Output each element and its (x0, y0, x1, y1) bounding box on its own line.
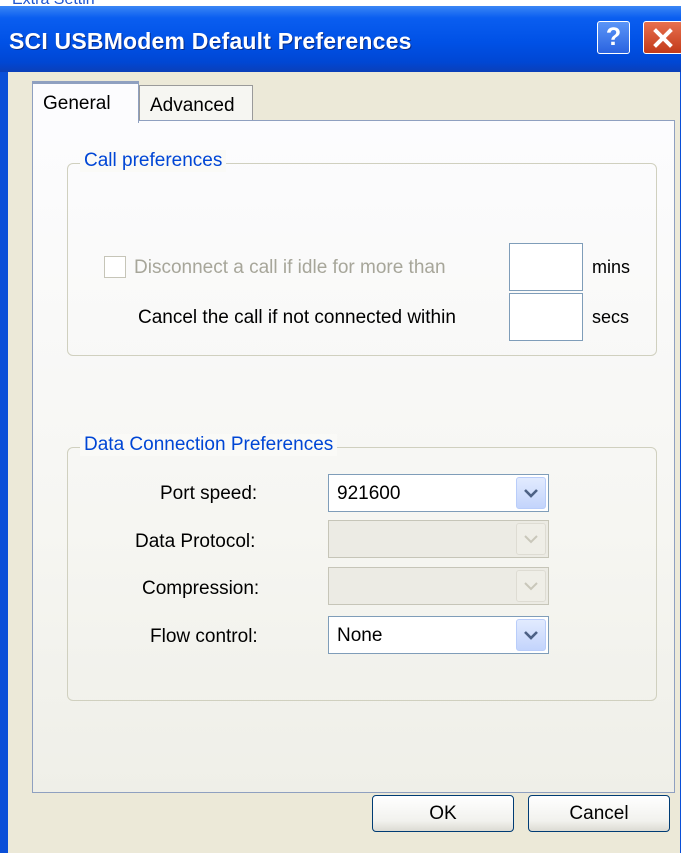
close-button[interactable] (643, 21, 681, 54)
port-speed-value: 921600 (337, 483, 401, 504)
flow-control-value: None (337, 625, 383, 646)
data-connection-group: Data Connection Preferences Port speed: … (67, 434, 657, 701)
ok-button[interactable]: OK (372, 795, 514, 832)
port-speed-label: Port speed: (160, 483, 258, 504)
general-tab-panel: Call preferences Disconnect a call if id… (32, 120, 675, 793)
disconnect-idle-checkbox[interactable] (104, 256, 126, 278)
secs-unit-label: secs (592, 307, 630, 327)
cancel-button-label: Cancel (569, 802, 629, 824)
data-connection-legend: Data Connection Preferences (80, 434, 338, 456)
mins-unit-label: mins (592, 257, 631, 277)
data-protocol-dropdown-button[interactable] (516, 523, 546, 555)
help-button[interactable]: ? (597, 21, 630, 54)
cancel-button[interactable]: Cancel (528, 795, 670, 832)
flow-control-dropdown-button[interactable] (516, 619, 546, 651)
port-speed-dropdown-button[interactable] (516, 477, 546, 509)
chevron-down-icon (524, 489, 538, 498)
tab-general[interactable]: General (32, 81, 139, 123)
chevron-down-icon (524, 631, 538, 640)
compression-dropdown-button[interactable] (516, 570, 546, 602)
port-speed-select[interactable]: 921600 (328, 474, 549, 512)
tab-advanced[interactable]: Advanced (139, 85, 253, 121)
tab-advanced-label: Advanced (150, 95, 235, 116)
compression-select[interactable] (328, 567, 549, 605)
data-protocol-label: Data Protocol: (135, 531, 256, 552)
dialog-window: SCI USBModem Default Preferences ? Gener… (0, 6, 681, 853)
help-icon: ? (605, 23, 622, 51)
close-icon (653, 27, 673, 48)
tab-general-label: General (43, 93, 111, 114)
data-protocol-select[interactable] (328, 520, 549, 558)
disconnect-idle-label: Disconnect a call if idle for more than (134, 257, 446, 278)
compression-label: Compression: (142, 578, 260, 599)
cancel-call-label: Cancel the call if not connected within (138, 307, 456, 328)
chevron-down-icon (524, 582, 538, 591)
call-preferences-legend: Call preferences (80, 150, 227, 172)
flow-control-label: Flow control: (150, 626, 258, 647)
window-title: SCI USBModem Default Preferences (9, 28, 412, 54)
title-bar[interactable]: SCI USBModem Default Preferences ? (0, 6, 681, 72)
idle-minutes-input[interactable] (509, 243, 583, 291)
connect-timeout-input[interactable] (509, 293, 583, 341)
flow-control-select[interactable]: None (328, 616, 549, 654)
call-preferences-group: Call preferences Disconnect a call if id… (67, 150, 657, 356)
ok-button-label: OK (429, 802, 457, 824)
chevron-down-icon (524, 535, 538, 544)
